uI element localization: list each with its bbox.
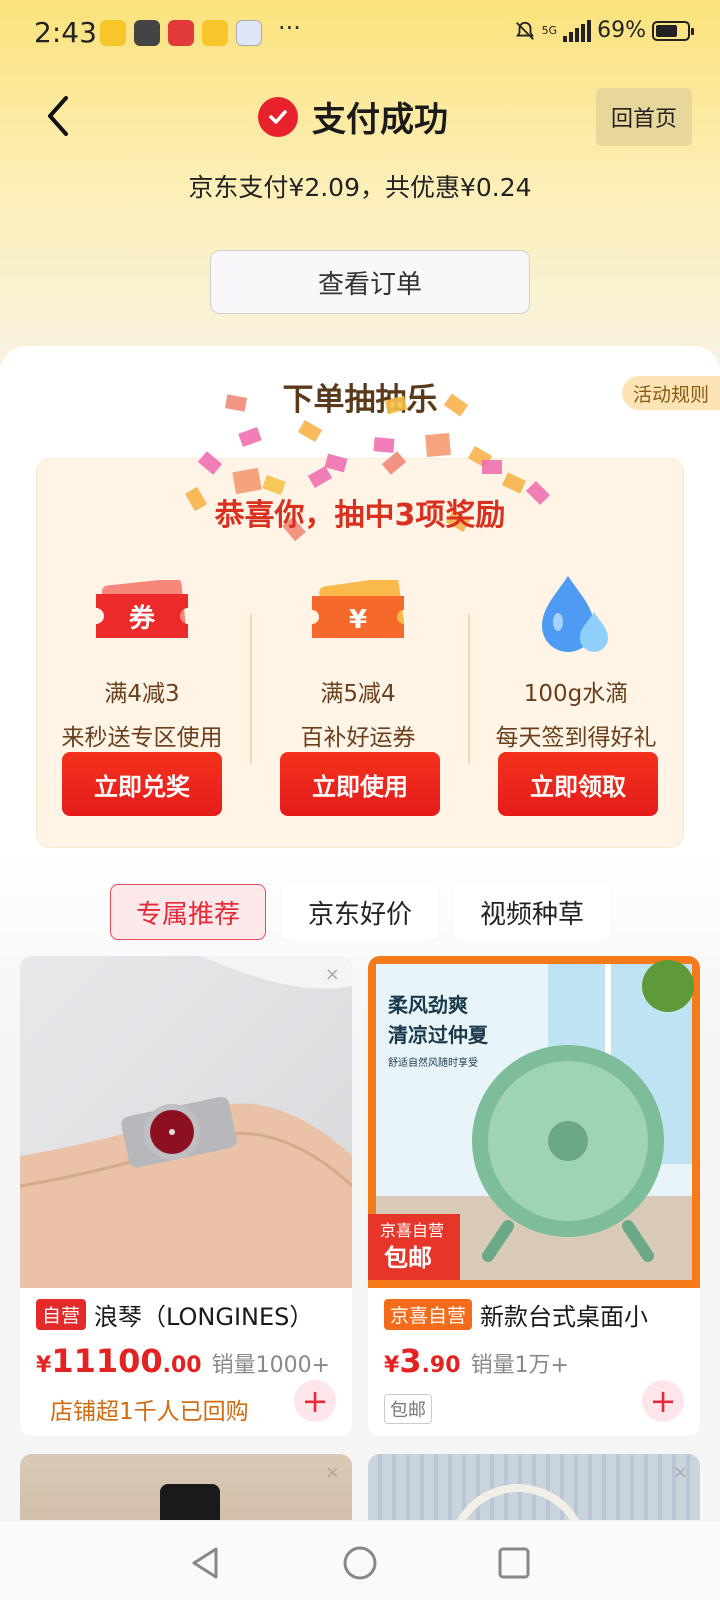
product-title: 京喜自营 新款台式桌面小 (384, 1296, 694, 1332)
lottery-title: 下单抽抽乐 (282, 382, 438, 418)
product-title: 自营 浪琴（LONGINES） (36, 1296, 346, 1332)
system-navigation-bar (0, 1520, 720, 1600)
close-icon[interactable]: × (325, 964, 340, 985)
product-price: ¥11100.00 (36, 1342, 202, 1380)
product-name: 浪琴（LONGINES） (94, 1302, 314, 1331)
payment-summary: 京东支付¥2.09，共优惠¥0.24 (188, 173, 532, 202)
svg-text:清凉过仲夏: 清凉过仲夏 (388, 1023, 489, 1047)
prize-title: 满5减4 (320, 681, 396, 707)
product-card[interactable]: 柔风劲爽 清凉过仲夏 舒适自然风随时享受 京喜自营 包邮 京喜自营 新款台式桌面… (368, 956, 700, 1436)
sales-count: 销量1000+ (211, 1353, 331, 1378)
product-image: × (20, 956, 352, 1288)
nav-back-icon[interactable] (186, 1543, 226, 1583)
product-card[interactable]: × 自营 浪琴（LONGINES） ¥11100.00 销量1000+ 店铺超1… (20, 956, 352, 1436)
redeem-prize-button[interactable]: 立即兑奖 (62, 752, 222, 816)
status-bar: 2:43 ··· 5G 69% (0, 0, 720, 68)
prize-item: ¥ 满5减4 百补好运券 (258, 572, 458, 752)
prize-title: 满4减3 (104, 681, 180, 707)
back-arrow-icon[interactable] (40, 92, 80, 140)
close-icon[interactable]: × (325, 1462, 340, 1483)
status-indicators: 5G 69% (514, 18, 694, 43)
congrats-text: 恭喜你，抽中3项奖励 (214, 498, 506, 533)
battery-percent: 69% (597, 18, 646, 43)
prize-desc: 百补好运券 (300, 725, 416, 751)
price-row: ¥3.90 销量1万+ (384, 1342, 569, 1380)
free-shipping-tag: 包邮 (384, 1394, 432, 1424)
svg-text:京喜自营: 京喜自营 (380, 1221, 444, 1240)
price-row: ¥11100.00 销量1000+ (36, 1342, 330, 1380)
app-notification-icon (134, 20, 160, 46)
prize-item: 100g水滴 每天签到得好礼 (476, 572, 676, 752)
promo-text: 店铺超1千人已回购 (50, 1399, 249, 1425)
product-name: 新款台式桌面小 (480, 1302, 649, 1331)
svg-text:舒适自然风随时享受: 舒适自然风随时享受 (388, 1056, 478, 1069)
svg-text:柔风劲爽: 柔风劲爽 (388, 993, 468, 1017)
prize-desc: 来秒送专区使用 (61, 725, 223, 751)
view-order-button[interactable]: 查看订单 (210, 250, 530, 314)
check-icon (258, 96, 298, 137)
claim-water-button[interactable]: 立即领取 (498, 752, 658, 816)
app-notification-icon (236, 20, 262, 46)
product-price: ¥3.90 (384, 1342, 461, 1380)
ticket-icon: 券 (96, 580, 188, 638)
mute-bell-icon (515, 21, 534, 40)
page-title: 支付成功 (312, 100, 448, 140)
app-notification-icon (168, 20, 194, 46)
status-more-icon: ··· (278, 14, 301, 42)
prize-title: 100g水滴 (523, 681, 629, 707)
water-drop-icon (542, 576, 608, 652)
battery-icon (652, 20, 694, 41)
payment-success-title: 支付成功 (258, 92, 448, 141)
jingxi-self-operated-badge: 京喜自营 (384, 1298, 473, 1330)
tab-exclusive-recommend[interactable]: 专属推荐 (110, 884, 266, 940)
signal-icon (563, 19, 592, 42)
nav-home-icon[interactable] (340, 1543, 380, 1583)
status-time: 2:43 (34, 16, 97, 49)
svg-text:券: 券 (129, 604, 156, 634)
tab-video-seeding[interactable]: 视频种草 (454, 884, 610, 940)
coupon-yen-icon: ¥ (312, 580, 405, 639)
tab-jd-good-price[interactable]: 京东好价 (282, 884, 438, 940)
sales-count: 销量1万+ (470, 1353, 569, 1378)
nav-recents-icon[interactable] (494, 1543, 534, 1583)
app-notification-icon (202, 20, 228, 46)
add-to-cart-button[interactable]: + (294, 1380, 336, 1422)
product-image: 柔风劲爽 清凉过仲夏 舒适自然风随时享受 京喜自营 包邮 (368, 956, 700, 1288)
self-operated-badge: 自营 (36, 1298, 87, 1330)
status-app-icons (100, 20, 262, 46)
home-button[interactable]: 回首页 (596, 88, 692, 146)
svg-text:包邮: 包邮 (384, 1244, 432, 1272)
divider (250, 614, 252, 764)
use-coupon-button[interactable]: 立即使用 (280, 752, 440, 816)
close-icon[interactable]: × (673, 1462, 688, 1483)
app-notification-icon (100, 20, 126, 46)
prize-desc: 每天签到得好礼 (495, 725, 657, 751)
activity-rules-button[interactable]: 活动规则 (622, 376, 720, 410)
add-to-cart-button[interactable]: + (642, 1380, 684, 1422)
network-type: 5G (541, 23, 558, 37)
divider (468, 614, 470, 764)
svg-text:¥: ¥ (349, 605, 367, 635)
prize-item: 券 满4减3 来秒送专区使用 (42, 572, 242, 752)
